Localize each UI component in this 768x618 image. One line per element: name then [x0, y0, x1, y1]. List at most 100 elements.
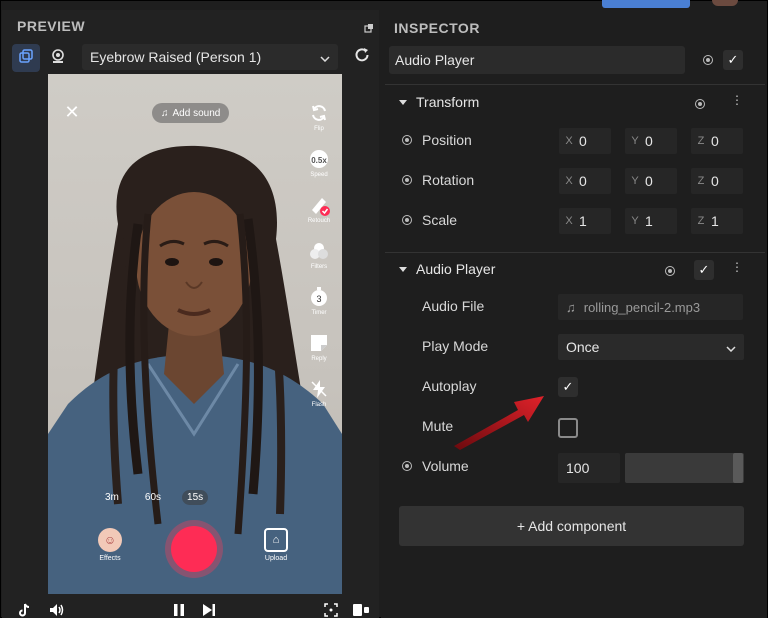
timer-icon: 3 — [308, 286, 330, 308]
object-name-field[interactable]: Audio Player — [389, 46, 685, 74]
mute-checkbox[interactable] — [558, 418, 578, 438]
transform-title: Transform — [416, 94, 480, 110]
layers-icon — [18, 48, 34, 69]
top-tab-highlight[interactable] — [602, 0, 690, 8]
inspector-title: INSPECTOR — [394, 20, 480, 36]
annotation-arrow-icon — [454, 396, 544, 450]
filters-button[interactable]: Filters — [302, 240, 336, 270]
kebab-icon[interactable]: ⋮ — [731, 94, 743, 106]
duration-60s[interactable]: 60s — [140, 490, 166, 505]
play-mode-select[interactable]: Once — [558, 334, 744, 360]
record-icon — [171, 526, 217, 572]
add-sound-button[interactable]: ♫ Add sound — [152, 103, 230, 123]
timer-button[interactable]: 3 Timer — [302, 286, 336, 316]
retouch-button[interactable]: Retouch — [302, 194, 336, 224]
autoplay-checkbox[interactable]: ✓ — [558, 377, 578, 397]
close-icon[interactable]: ✕ — [62, 102, 82, 122]
kebab-icon[interactable]: ⋮ — [731, 261, 743, 273]
filters-icon — [308, 240, 330, 262]
scale-radio[interactable] — [402, 215, 412, 225]
device-camera-icon[interactable] — [352, 602, 370, 618]
caret-down-icon — [399, 266, 407, 272]
position-z-field[interactable]: Z0 — [691, 128, 743, 154]
camera-mode-button[interactable] — [12, 44, 40, 72]
popout-icon[interactable] — [364, 20, 374, 33]
upload-button[interactable]: ⌂ Upload — [258, 528, 294, 562]
volume-slider[interactable] — [625, 453, 744, 483]
chevron-down-icon — [320, 49, 330, 65]
preview-title: PREVIEW — [17, 18, 86, 34]
flash-button[interactable]: Flash — [302, 378, 336, 408]
speed-badge: 0.5x — [311, 156, 327, 165]
phone-preview[interactable]: ✕ ♫ Add sound Flip 0.5x Speed Retouch Fi… — [48, 74, 342, 594]
flip-icon — [308, 102, 330, 124]
preview-bottom-bar — [2, 600, 379, 618]
transform-header[interactable]: Transform — [399, 94, 479, 110]
volume-radio[interactable] — [402, 461, 412, 471]
effects-button[interactable]: ☺ Effects — [92, 528, 128, 562]
filters-label: Filters — [310, 264, 328, 270]
upload-icon: ⌂ — [264, 528, 288, 552]
reply-label: Reply — [311, 356, 327, 362]
duration-15s[interactable]: 15s — [182, 490, 209, 505]
chevron-down-icon — [726, 339, 736, 355]
duration-selector: 3m 60s 15s — [100, 490, 209, 505]
step-forward-icon[interactable] — [200, 602, 218, 618]
audio-player-radio[interactable] — [665, 266, 675, 276]
preset-value: Eyebrow Raised (Person 1) — [90, 49, 262, 65]
effects-icon: ☺ — [98, 528, 122, 552]
record-button[interactable] — [165, 520, 223, 578]
avatar[interactable] — [712, 0, 738, 6]
timer-label: Timer — [311, 310, 327, 316]
audio-player-enabled-checkbox[interactable]: ✓ — [694, 260, 714, 280]
scale-y-field[interactable]: Y1 — [625, 208, 677, 234]
rotation-y-field[interactable]: Y0 — [625, 168, 677, 194]
speed-button[interactable]: 0.5x Speed — [302, 148, 336, 178]
inspector-panel: INSPECTOR Audio Player ✓ Transform ⋮ Pos… — [381, 10, 767, 618]
audio-file-field[interactable]: ♫ rolling_pencil-2.mp3 — [558, 294, 743, 320]
add-component-button[interactable]: + Add component — [399, 506, 744, 546]
scale-label: Scale — [422, 212, 458, 228]
position-y-field[interactable]: Y0 — [625, 128, 677, 154]
position-x-field[interactable]: X0 — [559, 128, 611, 154]
speed-icon: 0.5x — [308, 148, 330, 170]
scale-x-field[interactable]: X1 — [559, 208, 611, 234]
fit-screen-icon[interactable] — [322, 602, 340, 618]
rotation-x-field[interactable]: X0 — [559, 168, 611, 194]
add-component-label: + Add component — [516, 518, 627, 534]
volume-icon[interactable] — [48, 602, 66, 618]
object-enabled-radio[interactable] — [703, 55, 713, 65]
webcam-icon — [50, 48, 66, 69]
flash-icon — [308, 378, 330, 400]
rotation-label: Rotation — [422, 172, 475, 188]
scale-z-field[interactable]: Z1 — [691, 208, 743, 234]
flash-label: Flash — [311, 402, 327, 408]
divider — [385, 84, 765, 85]
refresh-icon — [353, 46, 371, 69]
play-mode-label: Play Mode — [422, 338, 489, 354]
effects-label: Effects — [99, 555, 121, 562]
duration-3m[interactable]: 3m — [100, 490, 124, 505]
volume-slider-handle[interactable] — [733, 453, 743, 483]
music-note-icon: ♫ — [161, 107, 169, 119]
transform-radio[interactable] — [695, 99, 705, 109]
audio-player-header[interactable]: Audio Player — [399, 261, 495, 277]
flip-button[interactable]: Flip — [302, 102, 336, 132]
rotation-radio[interactable] — [402, 175, 412, 185]
add-sound-label: Add sound — [172, 107, 221, 119]
volume-value: 100 — [566, 460, 590, 476]
person-image — [48, 145, 342, 594]
refresh-button[interactable] — [350, 44, 374, 70]
reply-icon — [308, 332, 330, 354]
volume-field[interactable]: 100 — [558, 453, 620, 483]
reply-button[interactable]: Reply — [302, 332, 336, 362]
position-radio[interactable] — [402, 135, 412, 145]
volume-label: Volume — [422, 458, 469, 474]
retouch-icon — [308, 194, 330, 216]
object-enabled-checkbox[interactable]: ✓ — [723, 50, 743, 70]
pause-icon[interactable] — [170, 602, 188, 618]
rotation-z-field[interactable]: Z0 — [691, 168, 743, 194]
tiktok-icon[interactable] — [16, 602, 34, 618]
preview-preset-select[interactable]: Eyebrow Raised (Person 1) — [82, 44, 338, 70]
webcam-mode-button[interactable] — [44, 44, 72, 72]
